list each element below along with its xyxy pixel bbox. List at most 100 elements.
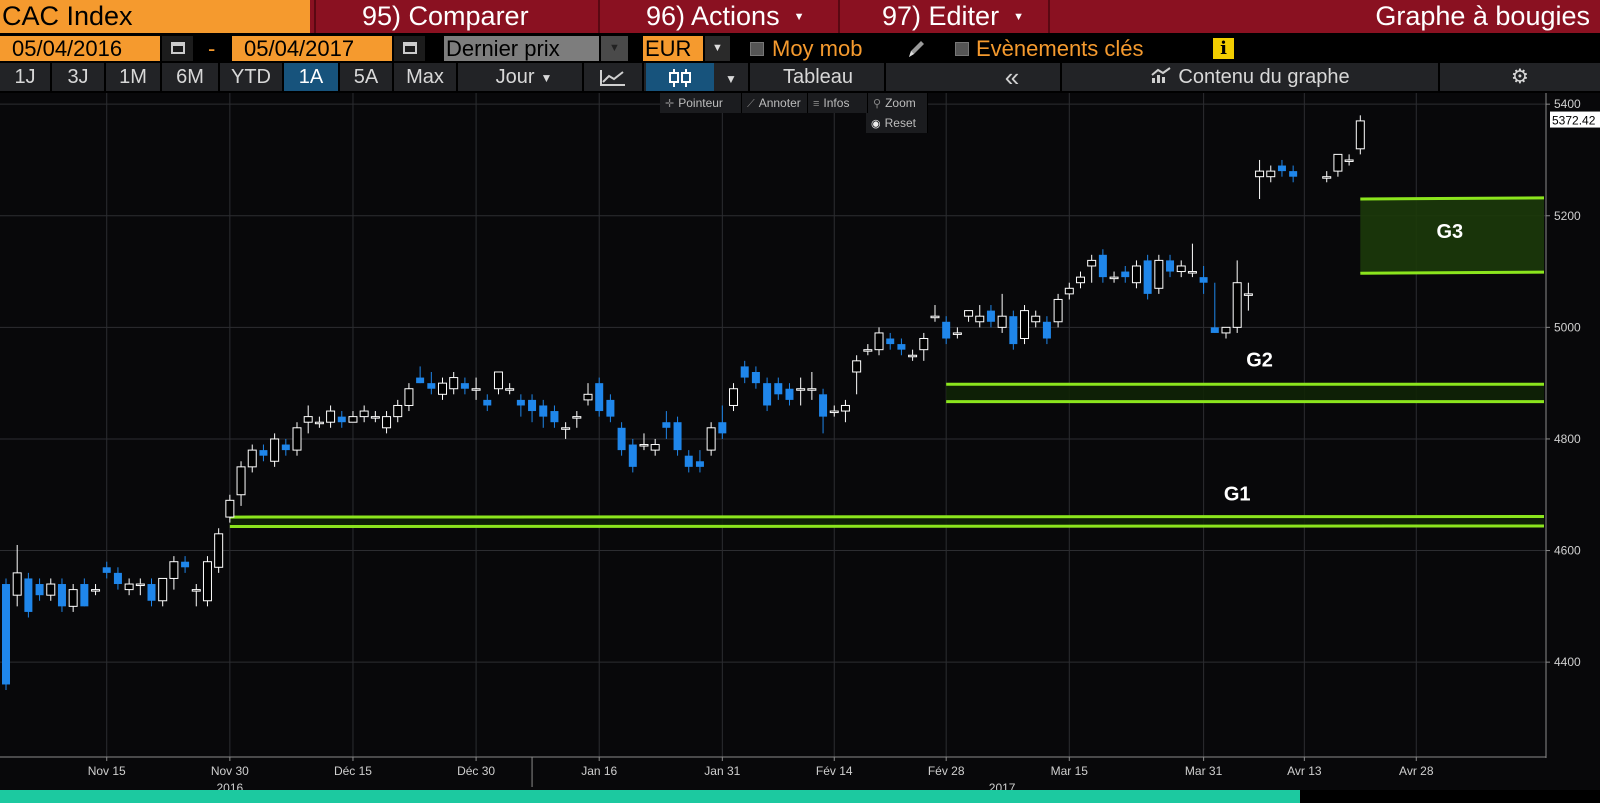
candle-body (483, 399, 492, 406)
candle (113, 567, 122, 590)
y-tick-label: 5400 (1554, 97, 1581, 111)
candle-body (1064, 287, 1074, 295)
candle (1064, 282, 1074, 300)
candle (1154, 254, 1164, 294)
x-tick-label: Fév 14 (816, 764, 853, 778)
price-field-select[interactable]: Dernier prix (444, 36, 599, 61)
candle (897, 338, 906, 356)
candle (807, 371, 817, 400)
candlestick-chart-button[interactable] (646, 63, 714, 91)
candle (639, 433, 649, 451)
pencil-icon[interactable] (906, 38, 926, 60)
candle (169, 556, 179, 590)
range-button-1a[interactable]: 1A (284, 63, 340, 91)
candle (1210, 282, 1219, 333)
candle-body (169, 561, 179, 579)
info-icon[interactable]: i (1213, 38, 1234, 59)
magnifier-icon: ⚲ (873, 98, 882, 110)
title-bar: CAC Index 95) Comparer 96) Actions ▼ 97) … (0, 0, 1600, 33)
start-date-calendar-button[interactable] (162, 36, 193, 61)
chevron-down-icon: ▼ (712, 42, 723, 54)
candle-body (785, 388, 794, 400)
candle (270, 433, 280, 467)
candle-body (1020, 310, 1030, 340)
range-button-5a[interactable]: 5A (340, 63, 394, 91)
chevron-down-icon: ▼ (540, 70, 553, 85)
candle (919, 332, 929, 361)
zoom-button[interactable]: ⚲ Zoom (868, 93, 928, 113)
candle-body (1221, 326, 1231, 334)
settings-button[interactable]: ⚙ (1494, 63, 1546, 91)
candle-body (57, 584, 66, 607)
range-button-1m[interactable]: 1M (106, 63, 162, 91)
candle (359, 405, 369, 423)
moving-average-label: Moy mob (772, 36, 863, 61)
range-button-3j[interactable]: 3J (52, 63, 106, 91)
y-tick-label: 4800 (1554, 432, 1581, 446)
end-date-calendar-button[interactable] (394, 36, 425, 61)
range-button-6m[interactable]: 6M (162, 63, 220, 91)
compare-menu[interactable]: 95) Comparer (314, 0, 598, 33)
candle (91, 584, 101, 596)
reset-button[interactable]: ◉ Reset (866, 113, 928, 133)
candle-body (997, 315, 1007, 328)
pointer-button[interactable]: ✛ Pointeur (660, 93, 742, 113)
annotate-button[interactable]: ⟋ Annoter (742, 93, 808, 113)
start-date-field[interactable]: 05/04/2016 (0, 36, 160, 61)
table-button[interactable]: Tableau (752, 63, 886, 91)
candle-body (986, 310, 995, 322)
chart-content-button[interactable]: Contenu du graphe (1062, 63, 1440, 91)
candle (438, 377, 448, 400)
candle-body (819, 394, 828, 417)
range-button-max[interactable]: Max (394, 63, 458, 91)
line-chart-button[interactable] (584, 63, 644, 91)
candle-body (1333, 153, 1343, 172)
candle-body (729, 388, 739, 406)
candle (718, 405, 727, 439)
candle-body (1053, 298, 1063, 323)
candle-body (919, 338, 929, 351)
candle (975, 305, 985, 328)
candle-body (1243, 293, 1253, 296)
chart-type-dropdown[interactable]: ▼ (714, 63, 750, 91)
x-tick-label: Mar 31 (1185, 764, 1223, 778)
candle-body (214, 533, 224, 568)
candle-body (539, 405, 548, 417)
progress-bar (0, 790, 1300, 803)
candle-body (763, 383, 772, 406)
y-tick-label: 5000 (1554, 320, 1581, 334)
candle (1098, 249, 1107, 283)
moving-average-checkbox[interactable] (750, 42, 764, 56)
ticker-field[interactable]: CAC Index (0, 0, 310, 33)
candle (1277, 159, 1286, 177)
end-date-field[interactable]: 05/04/2017 (232, 36, 392, 61)
currency-dropdown[interactable]: ▼ (705, 36, 730, 61)
chart-type-title: Graphe à bougies (1375, 1, 1590, 31)
candle-body (113, 572, 122, 585)
candle (997, 293, 1007, 333)
candle (1087, 254, 1097, 283)
candle-body (1255, 170, 1265, 178)
period-dropdown[interactable]: Jour ▼ (466, 63, 584, 91)
candle-body (561, 427, 571, 430)
chart-area[interactable]: 4400 4600 4800 5000 5200 5400 Nov 15 Nov 30 Déc … (0, 93, 1600, 790)
candlestick-chart[interactable]: 4400 4600 4800 5000 5200 5400 Nov 15 Nov 30 Déc … (0, 93, 1600, 790)
price-field-dropdown[interactable]: ▼ (601, 36, 628, 61)
key-events-checkbox[interactable] (955, 42, 969, 56)
candle (796, 377, 806, 406)
candle-body (975, 315, 985, 323)
range-button-1j[interactable]: 1J (0, 63, 52, 91)
zone-label-g3: G3 (1437, 221, 1464, 243)
edit-menu[interactable]: 97) Editer ▼ (838, 0, 1048, 33)
collapse-button[interactable]: « (964, 63, 1062, 91)
currency-select[interactable]: EUR (643, 36, 703, 61)
candle (80, 578, 89, 607)
candle (337, 411, 346, 428)
candle (1289, 165, 1298, 183)
x-tick-label: Avr 28 (1399, 764, 1434, 778)
info-button[interactable]: ≡ Infos (808, 93, 868, 113)
candle-body (259, 450, 268, 456)
actions-menu[interactable]: 96) Actions ▼ (598, 0, 838, 33)
candle-body (102, 567, 111, 573)
range-button-ytd[interactable]: YTD (220, 63, 284, 91)
